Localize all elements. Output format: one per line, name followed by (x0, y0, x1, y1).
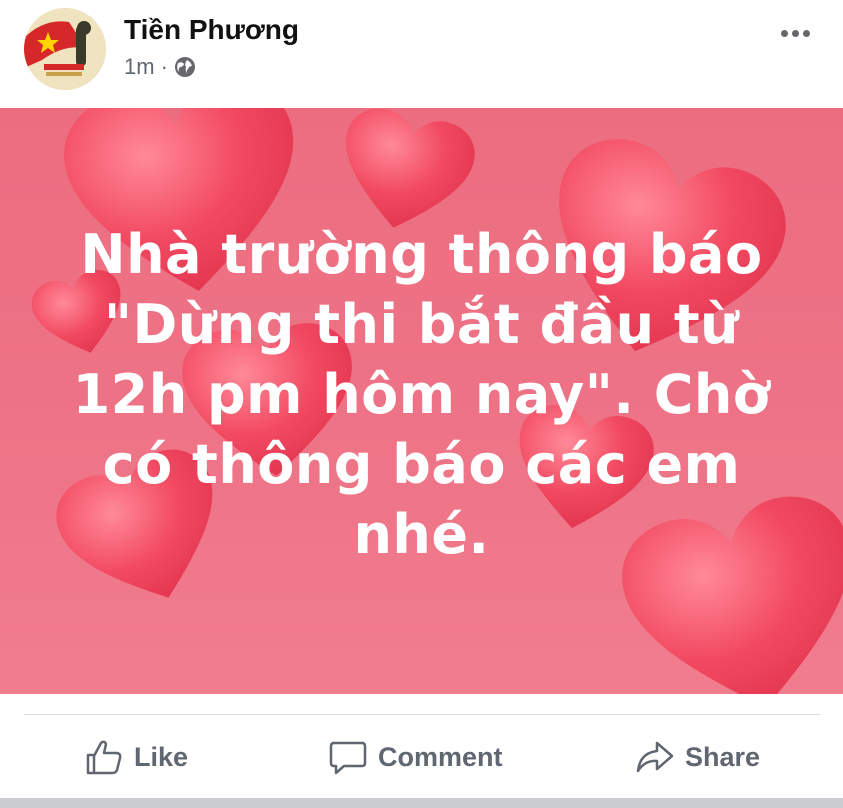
thumbs-up-icon (86, 740, 122, 775)
share-button[interactable]: Share (635, 724, 760, 790)
like-label: Like (134, 741, 189, 772)
post-text-line: 12h pm hôm nay". Chờ (72, 363, 771, 426)
comment-icon (329, 741, 367, 775)
avatar-image (24, 8, 106, 90)
post-text-line: "Dừng thi bắt đầu từ (103, 293, 740, 356)
post-text-line: nhé. (353, 503, 490, 566)
more-options-button[interactable] (781, 24, 821, 44)
like-button[interactable]: Like (84, 724, 188, 790)
meta-separator: · (160, 54, 168, 79)
post-text-line: có thông báo các em (102, 433, 741, 496)
more-dots-icon (792, 30, 799, 37)
comment-button[interactable]: Comment (328, 724, 503, 790)
more-dots-icon (803, 30, 810, 37)
share-icon (636, 741, 674, 773)
post-header: Tiền Phương 1m · (0, 0, 843, 108)
comment-label: Comment (378, 741, 503, 772)
action-divider (24, 714, 820, 715)
post-time[interactable]: 1m (124, 54, 155, 80)
post-text: Nhà trường thông báo "Dừng thi bắt đầu t… (0, 220, 843, 570)
more-dots-icon (781, 30, 788, 37)
avatar[interactable] (24, 8, 106, 90)
post-text-line: Nhà trường thông báo (80, 223, 763, 286)
share-label: Share (685, 741, 761, 772)
post-actions: Like Comment Share (0, 724, 843, 794)
author-name[interactable]: Tiền Phương (124, 14, 299, 46)
post-meta: 1m · (124, 54, 196, 80)
post-image[interactable]: Nhà trường thông báo "Dừng thi bắt đầu t… (0, 108, 843, 694)
globe-icon[interactable] (174, 56, 196, 78)
feed-separator (0, 798, 843, 808)
